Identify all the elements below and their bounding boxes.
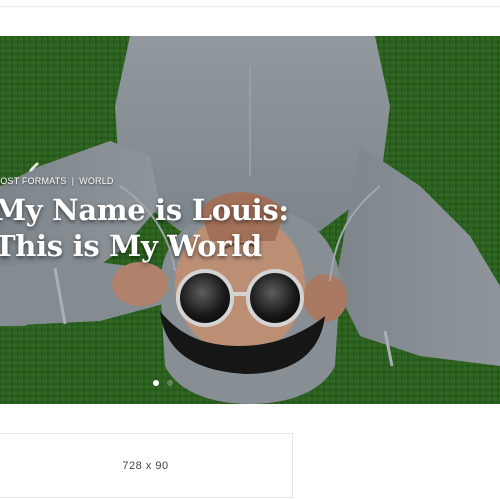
- category-link-post-formats[interactable]: Post Formats: [0, 176, 67, 186]
- post-title[interactable]: My Name is Louis: This is My World: [0, 192, 289, 264]
- ad-placeholder[interactable]: 728 x 90: [0, 433, 293, 498]
- category-separator: |: [71, 176, 75, 186]
- category-link-world[interactable]: World: [79, 176, 114, 186]
- pencil-icon: [29, 162, 39, 172]
- slider-dot-2[interactable]: [167, 380, 173, 386]
- slider-pagination: [150, 380, 190, 390]
- ad-size-label: 728 x 90: [122, 459, 169, 472]
- hero-slider[interactable]: Post Formats | World My Name is Louis: Thi…: [0, 36, 500, 404]
- post-title-line-1[interactable]: My Name is Louis:: [0, 192, 289, 228]
- post-categories: Post Formats | World: [0, 176, 114, 186]
- slider-dot-1[interactable]: [153, 380, 159, 386]
- post-title-line-2[interactable]: This is My World: [0, 228, 289, 264]
- top-bar: [0, 0, 500, 7]
